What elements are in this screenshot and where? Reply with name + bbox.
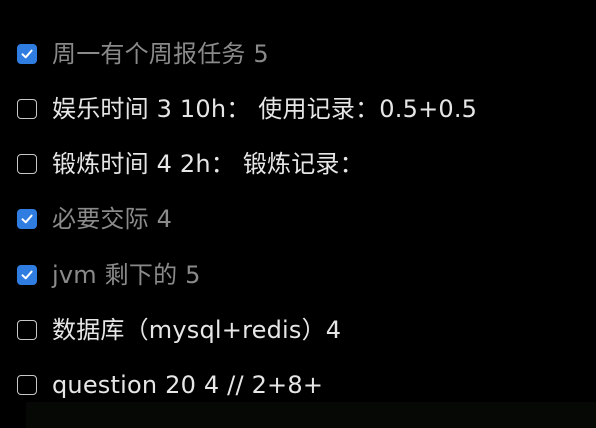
task-item: 锻炼时间 4 2h： 锻炼记录：	[17, 149, 364, 179]
task-label: 数据库（mysql+redis）4	[52, 316, 342, 344]
task-item: 必要交际 4	[17, 204, 172, 234]
task-label: jvm 剩下的 5	[52, 261, 201, 289]
task-checkbox[interactable]	[17, 44, 37, 64]
task-label: 娱乐时间 3 10h： 使用记录：0.5+0.5	[52, 95, 478, 123]
task-item: 娱乐时间 3 10h： 使用记录：0.5+0.5	[17, 94, 477, 124]
task-item: question 20 4 // 2+8+	[17, 370, 323, 400]
task-checkbox[interactable]	[17, 154, 37, 174]
task-list: 周一有个周报任务 5 娱乐时间 3 10h： 使用记录：0.5+0.5 锻炼时间…	[0, 0, 596, 428]
task-item: 数据库（mysql+redis）4	[17, 315, 341, 345]
checkmark-icon	[21, 49, 33, 59]
task-label: 必要交际 4	[52, 205, 173, 233]
task-item: 周一有个周报任务 5	[17, 39, 269, 69]
task-item: jvm 剩下的 5	[17, 260, 201, 290]
task-checkbox[interactable]	[17, 320, 37, 340]
task-label: 周一有个周报任务 5	[52, 40, 269, 68]
editor-line-highlight	[26, 402, 596, 428]
checkmark-icon	[21, 214, 33, 224]
task-label: question 20 4 // 2+8+	[52, 371, 324, 399]
task-checkbox[interactable]	[17, 99, 37, 119]
task-checkbox[interactable]	[17, 209, 37, 229]
task-checkbox[interactable]	[17, 265, 37, 285]
task-label: 锻炼时间 4 2h： 锻炼记录：	[52, 150, 364, 178]
task-checkbox[interactable]	[17, 375, 37, 395]
checkmark-icon	[21, 270, 33, 280]
